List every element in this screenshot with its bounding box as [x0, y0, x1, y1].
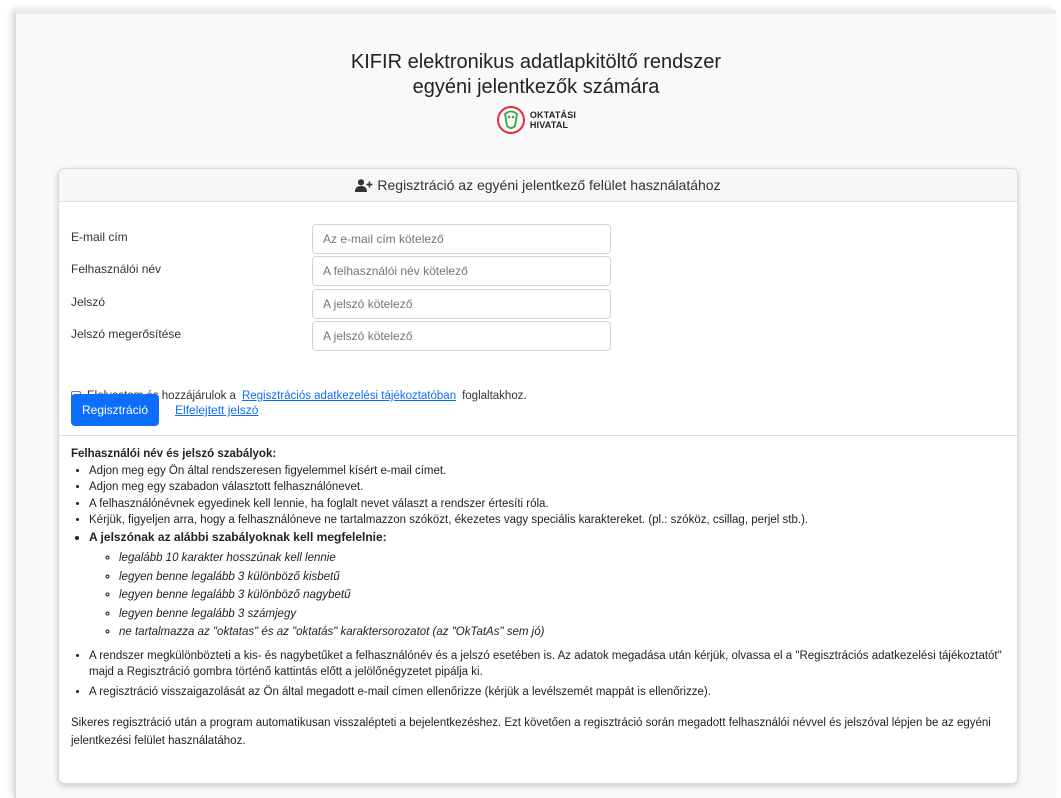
username-field[interactable] — [312, 256, 611, 286]
register-button[interactable]: Regisztráció — [71, 394, 160, 426]
password-rules-title-text: A jelszónak az alábbi szabályoknak kell … — [89, 529, 387, 544]
card-header: Regisztráció az egyéni jelentkező felüle… — [59, 169, 1017, 202]
actions-row: Regisztráció Elfelejtett jelszó — [71, 394, 258, 426]
owl-logo-icon — [496, 106, 525, 134]
forgot-password-link[interactable]: Elfelejtett jelszó — [175, 403, 258, 417]
page-header: KIFIR elektronikus adatlapkitöltő rendsz… — [16, 14, 1056, 140]
rules-list: Adjon meg egy Ön által rendszeresen figy… — [89, 463, 1005, 701]
page-title-line2: egyéni jelentkezők számára — [412, 76, 660, 98]
password-confirm-label: Jelszó megerősítése — [71, 327, 182, 341]
oktatasi-hivatal-logo: OKTATÁSI HIVATAL — [496, 105, 576, 135]
password-rule-item: legyen benne legalább 3 különböző kisbet… — [119, 568, 1005, 587]
rule-item: A regisztráció visszaigazolását az Ön ál… — [89, 684, 1005, 701]
username-row: Felhasználói név — [71, 256, 1017, 286]
username-label: Felhasználói név — [71, 262, 162, 276]
registration-card: Regisztráció az egyéni jelentkező felüle… — [58, 168, 1018, 784]
password-row: Jelszó — [71, 289, 1017, 319]
password-rules-list: legalább 10 karakter hosszúnak kell lenn… — [119, 545, 1005, 648]
consent-suffix: foglaltakhoz. — [462, 390, 527, 402]
rules-section: Felhasználói név és jelszó szabályok: Ad… — [59, 436, 1017, 750]
privacy-policy-link[interactable]: Regisztrációs adatkezelési tájékoztatóba… — [242, 390, 456, 402]
password-rules-title: A jelszónak az alábbi szabályoknak kell … — [89, 529, 1005, 648]
rules-title: Felhasználói név és jelszó szabályok: — [71, 448, 277, 460]
password-rule-item: legalább 10 karakter hosszúnak kell lenn… — [119, 549, 1005, 568]
password-field[interactable] — [312, 289, 611, 319]
password-rule-item: legyen benne legalább 3 számjegy — [119, 605, 1005, 624]
rule-item: A felhasználónévnek egyedinek kell lenni… — [89, 496, 1005, 513]
email-field[interactable] — [312, 224, 611, 254]
password-confirm-row: Jelszó megerősítése — [71, 321, 1017, 351]
logo-text-line1: OKTATÁSI — [529, 110, 577, 120]
rule-item: Adjon meg egy Ön által rendszeresen figy… — [89, 463, 1005, 480]
rules-footer: Sikeres regisztráció után a program auto… — [71, 717, 991, 747]
page: KIFIR elektronikus adatlapkitöltő rendsz… — [14, 10, 1056, 798]
user-plus-icon — [355, 178, 373, 192]
card-title: Regisztráció az egyéni jelentkező felüle… — [377, 177, 721, 193]
logo-text-line2: HIVATAL — [529, 120, 569, 130]
password-label: Jelszó — [71, 295, 106, 309]
rule-item: Adjon meg egy szabadon választott felhas… — [89, 479, 1005, 496]
rule-item: A rendszer megkülönbözteti a kis- és nag… — [89, 648, 1005, 681]
page-title-line1: KIFIR elektronikus adatlapkitöltő rendsz… — [350, 51, 722, 73]
password-rule-item: legyen benne legalább 3 különböző nagybe… — [119, 586, 1005, 605]
rule-item: Kérjük, figyeljen arra, hogy a felhaszná… — [89, 512, 1005, 529]
email-label: E-mail cím — [71, 230, 128, 244]
email-row: E-mail cím — [71, 224, 1017, 254]
password-confirm-field[interactable] — [312, 321, 611, 351]
password-rule-item: ne tartalmazza az "oktatas" és az "oktat… — [119, 623, 1005, 642]
